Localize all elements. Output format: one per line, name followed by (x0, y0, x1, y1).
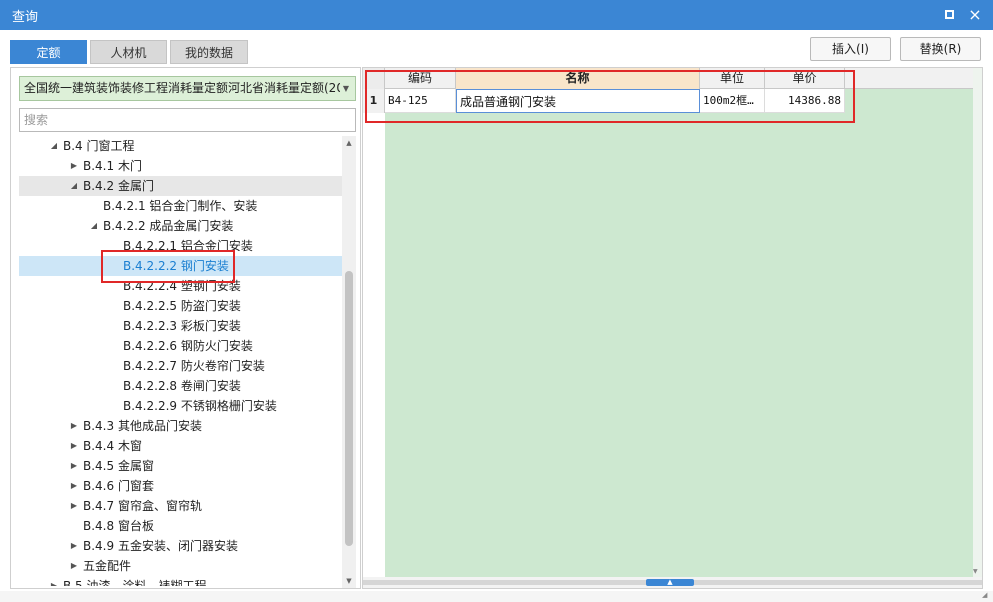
tree-collapsed-icon[interactable]: ▶ (69, 496, 79, 516)
tree-item[interactable]: B.4.8 窗台板 (19, 516, 342, 536)
scroll-down-icon[interactable]: ▼ (342, 574, 356, 588)
grid-header: 编码 名称 单位 单价 (363, 68, 982, 89)
tree-collapsed-icon[interactable]: ▶ (69, 536, 79, 556)
panel-splitter-handle[interactable]: ▲ (646, 579, 694, 586)
tree-item-label: B.4.2.2.8 卷闸门安装 (123, 379, 241, 393)
resize-grip-icon[interactable]: ◢ (982, 591, 991, 600)
tree-item-label: B.4.2.2.5 防盗门安装 (123, 299, 241, 313)
chapter-tree: ◢ B.4 门窗工程 ▶ B.4.1 木门 ◢ B.4.2 金属门 B.4.2.1 铝合金门… (19, 136, 342, 586)
maximize-icon[interactable] (938, 4, 960, 26)
tree-item[interactable]: B.4.2.2.6 钢防火门安装 (19, 336, 342, 356)
scroll-thumb[interactable] (345, 271, 353, 546)
right-panel: 编码 名称 单位 单价 1 B4-125 成品普通钢门安装 100m2框… 14… (362, 67, 983, 589)
tree-item[interactable]: ▶ B.4.6 门窗套 (19, 476, 342, 496)
cell-code[interactable]: B4-125 (385, 89, 456, 113)
tree-item[interactable]: ▶ B.4.4 木窗 (19, 436, 342, 456)
cell-price[interactable]: 14386.88 (765, 89, 845, 113)
window-title: 查询 (12, 10, 39, 25)
tree-item-label: B.4.2.2.9 不锈钢格栅门安装 (123, 399, 277, 413)
tree-item[interactable]: ▶ B.4.7 窗帘盒、窗帘轨 (19, 496, 342, 516)
tree-item-label: B.4.7 窗帘盒、窗帘轨 (83, 499, 202, 513)
tab-quota[interactable]: 定额 (10, 40, 87, 64)
left-panel: 全国统一建筑装饰装修工程消耗量定额河北省消耗量定额(20 ▼ ◢ B.4 门窗工程… (10, 67, 361, 589)
tree-item-label: B.4.2.2.4 塑钢门安装 (123, 279, 241, 293)
tree-item-label: 五金配件 (83, 559, 132, 573)
tree-item[interactable]: ▶ B.4.1 木门 (19, 156, 342, 176)
tree-item[interactable]: ▶ B.4.3 其他成品门安装 (19, 416, 342, 436)
column-header-name[interactable]: 名称 (456, 68, 700, 89)
tree-collapsed-icon[interactable]: ▶ (69, 416, 79, 436)
column-header-price[interactable]: 单价 (765, 68, 845, 89)
tree-item-label: B.4 门窗工程 (63, 139, 135, 153)
tree-item[interactable]: ◢ B.4.2 金属门 (19, 176, 342, 196)
grid-horizontal-scrollbar[interactable]: ▲ (363, 577, 982, 588)
cell-name[interactable]: 成品普通钢门安装 (456, 89, 700, 113)
tree-collapsed-icon[interactable]: ▶ (69, 476, 79, 496)
tree-item-label: B.5 油漆、涂料、裱糊工程 (63, 579, 207, 586)
quota-library-select[interactable]: 全国统一建筑装饰装修工程消耗量定额河北省消耗量定额(20 ▼ (19, 76, 356, 101)
tree-item-label: B.4.2.1 铝合金门制作、安装 (103, 199, 258, 213)
close-icon[interactable]: × (964, 4, 986, 26)
status-bar (0, 591, 993, 602)
table-row[interactable]: 1 B4-125 成品普通钢门安装 100m2框… 14386.88 (363, 89, 845, 113)
tree-item-label: B.4.2.2.6 钢防火门安装 (123, 339, 253, 353)
row-number: 1 (363, 89, 385, 113)
grid-vertical-scrollbar[interactable]: ▼ (973, 68, 982, 577)
tree-collapsed-icon[interactable]: ▶ (69, 156, 79, 176)
tree-item[interactable]: B.4.2.2.2 钢门安装 (19, 256, 342, 276)
tree-item[interactable]: ▶ B.4.9 五金安装、闭门器安装 (19, 536, 342, 556)
search-input[interactable] (19, 108, 356, 132)
tree-item-label: B.4.2.2.7 防火卷帘门安装 (123, 359, 265, 373)
window-titlebar: 查询 × (0, 0, 993, 30)
tree-item[interactable]: ▶ B.4.5 金属窗 (19, 456, 342, 476)
tab-my-data[interactable]: 我的数据 (170, 40, 248, 64)
tree-item[interactable]: ▶ B.5 油漆、涂料、裱糊工程 (19, 576, 342, 586)
tree-item-label: B.4.2.2 成品金属门安装 (103, 219, 234, 233)
quota-library-value: 全国统一建筑装饰装修工程消耗量定额河北省消耗量定额(20 (24, 81, 344, 95)
tree-item[interactable]: ◢ B.4 门窗工程 (19, 136, 342, 156)
tree-item[interactable]: B.4.2.2.3 彩板门安装 (19, 316, 342, 336)
insert-button[interactable]: 插入(I) (810, 37, 891, 61)
tree-expanded-icon[interactable]: ◢ (89, 216, 99, 236)
tree-item[interactable]: B.4.2.2.7 防火卷帘门安装 (19, 356, 342, 376)
tree-item-label: B.4.4 木窗 (83, 439, 142, 453)
column-header-unit[interactable]: 单位 (700, 68, 765, 89)
tree-collapsed-icon[interactable]: ▶ (69, 556, 79, 576)
column-header-code[interactable]: 编码 (385, 68, 456, 89)
tree-item-label: B.4.3 其他成品门安装 (83, 419, 202, 433)
tree-scrollbar[interactable]: ▲ ▼ (342, 136, 356, 588)
chevron-down-icon[interactable]: ▼ (340, 77, 352, 100)
replace-button[interactable]: 替换(R) (900, 37, 981, 61)
tree-item-label: B.4.2.2.1 铝合金门安装 (123, 239, 253, 253)
tree-item[interactable]: B.4.2.2.4 塑钢门安装 (19, 276, 342, 296)
tree-item[interactable]: B.4.2.1 铝合金门制作、安装 (19, 196, 342, 216)
tree-item-label: B.4.6 门窗套 (83, 479, 154, 493)
tree-item[interactable]: B.4.2.2.8 卷闸门安装 (19, 376, 342, 396)
tree-collapsed-icon[interactable]: ▶ (49, 576, 59, 586)
cell-unit[interactable]: 100m2框… (700, 89, 765, 113)
tree-expanded-icon[interactable]: ◢ (69, 176, 79, 196)
row-number-header (363, 68, 385, 89)
tree-item[interactable]: B.4.2.2.5 防盗门安装 (19, 296, 342, 316)
tree-collapsed-icon[interactable]: ▶ (69, 436, 79, 456)
tree-collapsed-icon[interactable]: ▶ (69, 456, 79, 476)
scroll-up-icon[interactable]: ▲ (342, 136, 356, 150)
scroll-down-icon[interactable]: ▼ (973, 568, 978, 575)
tree-item-label: B.4.8 窗台板 (83, 519, 154, 533)
tree-item-label: B.4.9 五金安装、闭门器安装 (83, 539, 238, 553)
tree-expanded-icon[interactable]: ◢ (49, 136, 59, 156)
tab-labor-material-machine[interactable]: 人材机 (90, 40, 167, 64)
tree-item[interactable]: ▶ 五金配件 (19, 556, 342, 576)
tree-item[interactable]: ◢ B.4.2.2 成品金属门安装 (19, 216, 342, 236)
tree-item-label: B.4.2.2.3 彩板门安装 (123, 319, 241, 333)
tree-item-label: B.4.2.2.2 钢门安装 (123, 259, 229, 273)
tree-item[interactable]: B.4.2.2.1 铝合金门安装 (19, 236, 342, 256)
tree-item-label: B.4.5 金属窗 (83, 459, 154, 473)
grid-empty-area (385, 89, 982, 577)
tree-item-label: B.4.2 金属门 (83, 179, 154, 193)
tree-item-label: B.4.1 木门 (83, 159, 142, 173)
tree-item[interactable]: B.4.2.2.9 不锈钢格栅门安装 (19, 396, 342, 416)
